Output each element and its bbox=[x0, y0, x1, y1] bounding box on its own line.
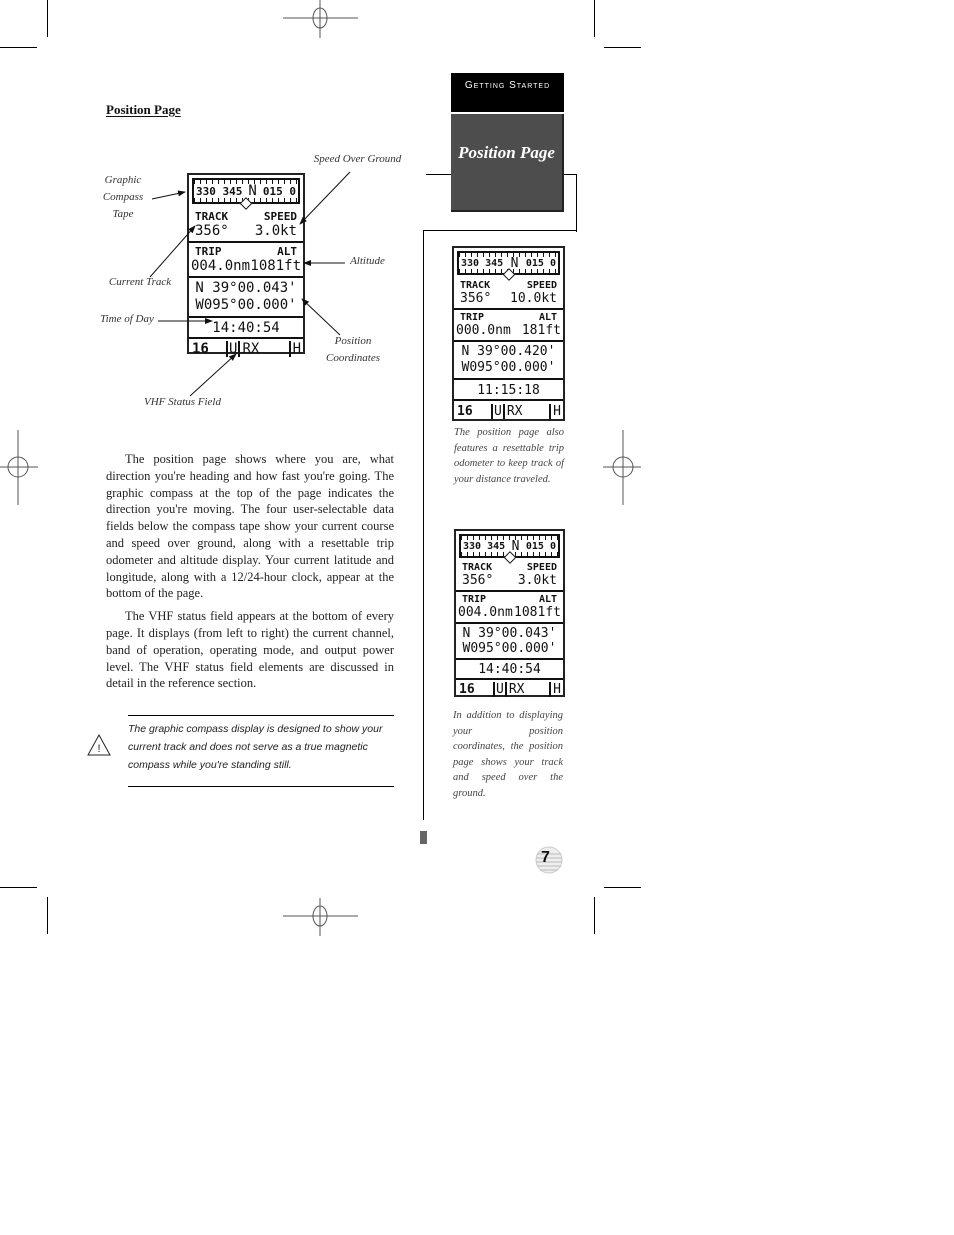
longitude: W095°00.000' bbox=[462, 641, 557, 656]
trip-label: TRIP bbox=[460, 312, 485, 323]
arrow-speed bbox=[299, 171, 351, 225]
gps-screen-position: 330 345 N 015 0 TRACK SPEED 356° 3.0kt TRI… bbox=[454, 529, 565, 697]
power: H bbox=[549, 681, 563, 697]
arrow-position bbox=[301, 298, 341, 336]
trip-value: 004.0nm bbox=[458, 605, 513, 620]
warning-triangle-icon: ! bbox=[87, 734, 111, 756]
power: H bbox=[549, 403, 563, 419]
trip-label: TRIP bbox=[462, 594, 487, 605]
compass-left: 330 345 bbox=[461, 257, 504, 269]
mode: RX bbox=[508, 681, 525, 697]
channel: 16 bbox=[457, 403, 473, 419]
arrow-vhf-status bbox=[189, 353, 237, 397]
alt-label: ALT bbox=[538, 594, 557, 605]
track-label: TRACK bbox=[462, 562, 493, 573]
compass-right: 015 0 bbox=[525, 540, 556, 552]
compass-left: 330 345 bbox=[463, 540, 506, 552]
track-value: 356° bbox=[462, 573, 494, 588]
note-rule-top bbox=[128, 715, 394, 716]
track-value: 356° bbox=[460, 291, 492, 306]
arrow-compass-tape bbox=[151, 190, 186, 200]
svg-text:!: ! bbox=[97, 743, 100, 755]
page-number: 7 bbox=[541, 849, 550, 866]
band: U bbox=[493, 681, 507, 697]
warning-note: The graphic compass display is designed … bbox=[128, 723, 383, 771]
longitude: W095°00.000' bbox=[461, 360, 556, 375]
time-of-day: 11:15:18 bbox=[477, 383, 540, 398]
vhf-status-field: 16 U RX H bbox=[454, 399, 563, 421]
vhf-status-field: 16 U RX H bbox=[456, 678, 563, 698]
caption-trip-screen: The position page also features a resett… bbox=[454, 427, 564, 485]
speed-label: SPEED bbox=[526, 280, 557, 291]
arrow-current-track bbox=[149, 225, 196, 278]
gps-screen-trip: 330 345 N 015 0 TRACK SPEED 356° 10.0kt TR… bbox=[452, 246, 565, 421]
latitude: N 39°00.420' bbox=[461, 344, 556, 359]
compass-tape: 330 345 N 015 0 bbox=[457, 251, 560, 281]
body-text: The position page shows where you are, w… bbox=[106, 451, 394, 698]
track-label: TRACK bbox=[460, 280, 491, 291]
alt-value: 181ft bbox=[521, 323, 561, 338]
speed-label: SPEED bbox=[526, 562, 557, 573]
alt-label: ALT bbox=[538, 312, 557, 323]
speed-value: 10.0kt bbox=[510, 291, 557, 306]
caption-position-screen: In addition to displaying your position … bbox=[453, 710, 563, 799]
mode: RX bbox=[506, 403, 523, 419]
compass-tape: 330 345 N 015 0 bbox=[459, 534, 560, 564]
band: U bbox=[491, 403, 505, 419]
paragraph: The position page shows where you are, w… bbox=[106, 452, 394, 601]
trip-value: 000.0nm bbox=[456, 323, 511, 338]
note-rule-bottom bbox=[128, 786, 394, 787]
time-of-day: 14:40:54 bbox=[478, 662, 541, 677]
alt-value: 1081ft bbox=[514, 605, 561, 620]
channel: 16 bbox=[459, 681, 475, 697]
compass-right: 015 0 bbox=[525, 257, 556, 269]
latitude: N 39°00.043' bbox=[462, 626, 557, 641]
speed-value: 3.0kt bbox=[517, 573, 557, 588]
paragraph: The VHF status field appears at the bott… bbox=[106, 609, 394, 691]
